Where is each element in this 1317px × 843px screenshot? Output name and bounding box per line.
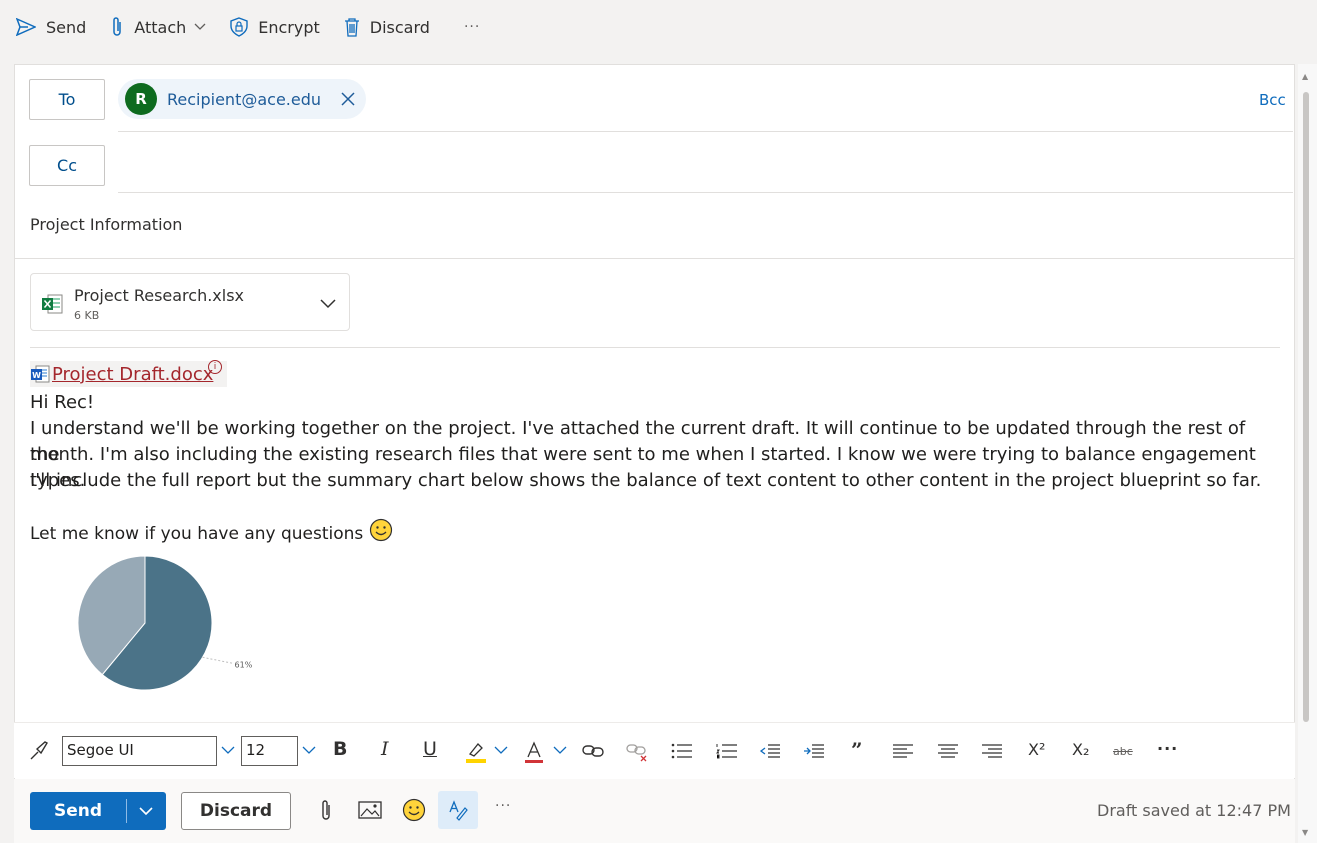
- numbering-icon[interactable]: [716, 743, 738, 759]
- avatar: R: [125, 83, 157, 115]
- divider: [30, 347, 1280, 348]
- link-icon[interactable]: [581, 741, 605, 761]
- attachment-size: 6 KB: [74, 309, 100, 322]
- align-center-icon[interactable]: [937, 743, 959, 759]
- word-icon: W: [31, 365, 50, 383]
- divider: [118, 192, 1293, 193]
- send-button-label: Send: [53, 801, 103, 821]
- closing-text: Let me know if you have any questions: [30, 524, 364, 544]
- toolbar-more-button[interactable]: ···: [464, 19, 480, 35]
- font-color-chevron-icon[interactable]: [553, 746, 567, 755]
- increase-indent-icon[interactable]: [803, 743, 825, 759]
- attachment-name: Project Research.xlsx: [74, 286, 245, 305]
- pie-chart: 61%: [77, 555, 253, 691]
- scroll-down-icon[interactable]: ▼: [1302, 828, 1308, 837]
- editor-pen-icon: [449, 800, 468, 821]
- toolbar-encrypt-button[interactable]: Encrypt: [230, 11, 320, 43]
- send-button[interactable]: Send: [30, 792, 166, 830]
- chevron-down-icon: [194, 23, 206, 30]
- warning-icon: i: [208, 360, 222, 374]
- underline-icon[interactable]: U: [423, 738, 437, 760]
- scroll-up-icon[interactable]: ▲: [1302, 72, 1308, 81]
- toolbar-attach-button[interactable]: Attach: [110, 11, 206, 43]
- font-size-chevron-icon[interactable]: [302, 746, 316, 755]
- shield-lock-icon: [230, 17, 248, 37]
- svg-text:W: W: [32, 371, 41, 380]
- cc-button[interactable]: Cc: [29, 145, 105, 186]
- send-icon: [16, 18, 36, 36]
- toolbar-attach-label: Attach: [134, 17, 187, 37]
- recipient-email: Recipient@ace.edu: [167, 89, 322, 109]
- smile-emoji-icon: [369, 518, 393, 550]
- insert-picture-icon[interactable]: [358, 801, 382, 819]
- format-painter-icon[interactable]: [28, 740, 50, 762]
- align-left-icon[interactable]: [892, 743, 914, 759]
- draft-status: Draft saved at 12:47 PM: [1097, 801, 1291, 820]
- subject-field[interactable]: Project Information: [30, 215, 182, 234]
- toolbar-discard-label: Discard: [369, 17, 430, 37]
- decrease-indent-icon[interactable]: [759, 743, 781, 759]
- subscript-icon[interactable]: X₂: [1072, 740, 1089, 759]
- italic-icon[interactable]: I: [381, 738, 389, 760]
- more-formatting-button[interactable]: ···: [1157, 739, 1178, 758]
- remove-link-icon[interactable]: [625, 741, 649, 763]
- pie-leader-line: [202, 656, 233, 664]
- to-button[interactable]: To: [29, 79, 105, 120]
- send-button-divider: [126, 799, 127, 823]
- trash-icon: [344, 18, 359, 37]
- align-right-icon[interactable]: [981, 743, 1003, 759]
- linked-document[interactable]: W Project Draft.docx: [30, 361, 228, 387]
- bold-icon[interactable]: B: [333, 738, 347, 760]
- discard-button[interactable]: Discard: [181, 792, 291, 830]
- font-family-chevron-icon[interactable]: [221, 746, 235, 755]
- quote-icon[interactable]: ”: [851, 738, 863, 762]
- strikethrough-icon[interactable]: abc: [1113, 745, 1133, 758]
- excel-icon: [41, 293, 63, 319]
- linked-document-name[interactable]: Project Draft.docx: [52, 364, 213, 385]
- divider: [118, 131, 1293, 132]
- font-size-input[interactable]: 12: [241, 736, 298, 766]
- editor-button[interactable]: [438, 791, 478, 829]
- attachment-card[interactable]: Project Research.xlsx 6 KB: [30, 273, 350, 331]
- scrollbar-thumb[interactable]: [1303, 92, 1309, 722]
- attach-file-icon[interactable]: [319, 798, 333, 822]
- font-color-icon[interactable]: [522, 740, 546, 764]
- superscript-icon[interactable]: X²: [1028, 740, 1045, 759]
- font-family-input[interactable]: Segoe UI: [62, 736, 217, 766]
- bcc-button[interactable]: Bcc: [1259, 91, 1286, 109]
- highlight-chevron-icon[interactable]: [494, 746, 508, 755]
- recipient-chip[interactable]: R Recipient@ace.edu: [118, 79, 366, 119]
- toolbar-encrypt-label: Encrypt: [258, 17, 320, 37]
- greeting-text: Hi Rec!: [30, 392, 95, 413]
- toolbar-send-button[interactable]: Send: [16, 11, 86, 43]
- body-line-3: I'll include the full report but the sum…: [30, 470, 1262, 491]
- command-bar: Send Attach Encrypt Discard ···: [0, 0, 1317, 54]
- divider: [14, 258, 1295, 259]
- scrollbar[interactable]: ▲ ▼: [1298, 64, 1317, 843]
- toolbar-send-label: Send: [46, 17, 87, 37]
- bullets-icon[interactable]: [671, 743, 693, 759]
- paperclip-icon: [113, 17, 122, 36]
- send-options-chevron-icon[interactable]: [139, 806, 153, 816]
- attachment-menu-chevron-icon[interactable]: [320, 294, 336, 313]
- emoji-icon[interactable]: [402, 798, 426, 822]
- send-bar-more-button[interactable]: ···: [495, 798, 511, 814]
- highlight-icon[interactable]: [464, 740, 488, 764]
- remove-recipient-icon[interactable]: [341, 87, 355, 111]
- toolbar-discard-button[interactable]: Discard: [344, 11, 430, 43]
- pie-data-label: 61%: [235, 660, 253, 669]
